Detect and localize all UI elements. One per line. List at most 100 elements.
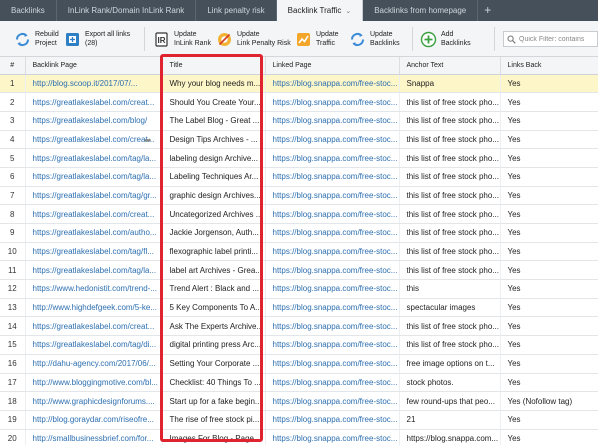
refresh-icon <box>15 32 30 46</box>
column-header-links-back[interactable]: Links Back <box>500 57 598 75</box>
row-number: 20 <box>0 429 26 445</box>
table-row[interactable]: 17 http://www.bloggingmotive.com/bl... Che… <box>0 373 598 393</box>
update-inlink-rank-button[interactable]: IR Update InLink Rank <box>153 25 211 53</box>
linked-page-cell: https://blog.snappa.com/free-stoc... <box>265 186 400 206</box>
quick-filter-placeholder: Quick Filter: contains <box>519 35 585 43</box>
linked-page-cell: https://blog.snappa.com/free-stoc... <box>265 410 400 430</box>
tab-link-penalty-risk[interactable]: Link penalty risk <box>196 0 277 21</box>
links-back-cell: Yes <box>500 242 598 262</box>
row-number: 8 <box>0 204 26 224</box>
links-back-cell: Yes <box>500 298 598 318</box>
links-back-cell: Yes <box>500 354 598 374</box>
quick-filter-input[interactable]: Quick Filter: contains <box>503 31 598 47</box>
links-back-cell: Yes <box>500 335 598 355</box>
tab-backlinks[interactable]: Backlinks <box>0 0 57 21</box>
chevron-down-icon[interactable]: ⌄ <box>345 8 351 15</box>
linked-page-cell: https://blog.snappa.com/free-stoc... <box>265 335 400 355</box>
backlink-page-cell: https://greatlakeslabel.com/tag/gr... <box>25 186 163 206</box>
backlink-page-cell: http://www.highdefgeek.com/5-ke... <box>25 298 163 318</box>
backlink-page-cell: http://smallbusinessbrief.com/for... <box>25 429 163 445</box>
table-row[interactable]: 9 https://greatlakeslabel.com/autho... Jac… <box>0 223 598 243</box>
table-row[interactable]: 8 https://greatlakeslabel.com/creat... Unc… <box>0 204 598 224</box>
table-row[interactable]: 14 https://greatlakeslabel.com/creat... As… <box>0 316 598 337</box>
backlinks-table-container: # Backlink Page Title Linked Page Anchor… <box>0 57 598 445</box>
links-back-cell: Yes <box>500 410 598 430</box>
table-row[interactable]: 10 https://greatlakeslabel.com/tag/fl... f… <box>0 242 598 262</box>
rebuild-project-button[interactable]: Rebuild Project <box>14 25 59 53</box>
update-link-penalty-risk-button[interactable]: Update Link Penalty Risk <box>216 25 291 53</box>
links-back-cell: Yes (Nofollow tag) <box>500 391 598 411</box>
table-row[interactable]: 16 http://dahu-agency.com/2017/06/... Sett… <box>0 354 598 374</box>
title-cell: The Label Blog - Great ... <box>162 111 266 131</box>
backlink-page-cell: http://www.bloggingmotive.com/bl... <box>25 373 163 393</box>
linked-page-cell: https://blog.snappa.com/free-stoc... <box>265 354 400 374</box>
row-number: 10 <box>0 242 26 262</box>
column-header-backlink-page[interactable]: Backlink Page <box>25 57 163 75</box>
table-row[interactable]: 5 https://greatlakeslabel.com/tag/la... la… <box>0 148 598 168</box>
table-row[interactable]: 7 https://greatlakeslabel.com/tag/gr... gr… <box>0 186 598 206</box>
export-all-links-button[interactable]: Export all links (28) <box>64 25 130 53</box>
row-number: 9 <box>0 223 26 243</box>
tab-inlink-rank[interactable]: InLink Rank/Domain InLink Rank <box>57 0 197 21</box>
anchor-text-cell: spectacular images <box>399 298 501 318</box>
title-cell: flexographic label printi... <box>162 242 266 262</box>
table-row[interactable]: 3 https://greatlakeslabel.com/blog/The La… <box>0 111 598 131</box>
update-traffic-button[interactable]: Update Traffic <box>295 25 339 53</box>
table-row[interactable]: 6 https://greatlakeslabel.com/tag/la... La… <box>0 167 598 187</box>
add-backlinks-label: Add Backlinks <box>441 31 471 47</box>
table-row[interactable]: 18 http://www.graphicdesignforums.... Star… <box>0 391 598 411</box>
links-back-cell: Yes <box>500 148 598 168</box>
table-row[interactable]: 4 https://greatlakeslabel.com/creat... Des… <box>0 130 598 150</box>
row-number: 18 <box>0 391 26 411</box>
column-header-linked-page[interactable]: Linked Page <box>265 57 400 75</box>
update-backlinks-button[interactable]: Update Backlinks <box>349 25 400 53</box>
title-cell: Images For Blog - Page... <box>162 429 266 445</box>
table-row[interactable]: 11 https://greatlakeslabel.com/tag/la... l… <box>0 260 598 281</box>
table-row[interactable]: 2 https://greatlakeslabel.com/creat... Sho… <box>0 92 598 112</box>
links-back-cell: Yes <box>500 260 598 281</box>
backlink-page-cell: http://www.graphicdesignforums.... <box>25 391 163 411</box>
title-cell: Uncategorized Archives ... <box>162 204 266 224</box>
row-number: 19 <box>0 410 26 430</box>
linked-page-cell: https://blog.snappa.com/free-stoc... <box>265 316 400 337</box>
table-row[interactable]: 19 http://blog.goraydar.com/riseofre... Th… <box>0 410 598 430</box>
backlinks-table: # Backlink Page Title Linked Page Anchor… <box>0 57 598 445</box>
toolbar-divider <box>494 27 495 51</box>
table-row[interactable]: 12 https://www.hedonistit.com/trend-... Tr… <box>0 279 598 299</box>
add-backlinks-button[interactable]: Add Backlinks <box>420 25 471 53</box>
table-row[interactable]: 13 http://www.highdefgeek.com/5-ke... 5 Ke… <box>0 298 598 318</box>
anchor-text-cell: this list of free stock pho... <box>399 130 501 150</box>
add-tab-icon[interactable]: + <box>478 0 497 21</box>
anchor-text-cell: this list of free stock pho... <box>399 316 501 337</box>
column-header-title[interactable]: Title <box>162 57 266 75</box>
linked-page-cell: https://blog.snappa.com/free-stoc... <box>265 391 400 411</box>
backlink-page-cell: https://greatlakeslabel.com/blog/ <box>25 111 163 131</box>
links-back-cell: Yes <box>500 111 598 131</box>
row-number: 15 <box>0 335 26 355</box>
row-number: 5 <box>0 148 26 168</box>
row-number: 2 <box>0 92 26 112</box>
links-back-cell: Yes <box>500 186 598 206</box>
linked-page-cell: https://blog.snappa.com/free-stoc... <box>265 167 400 187</box>
table-row[interactable]: 15 https://greatlakeslabel.com/tag/di... d… <box>0 335 598 355</box>
backlink-page-cell: http://dahu-agency.com/2017/06/... <box>25 354 163 374</box>
linked-page-cell: https://blog.snappa.com/free-stoc... <box>265 111 400 131</box>
table-row[interactable]: 20 http://smallbusinessbrief.com/for... Im… <box>0 429 598 445</box>
linked-page-cell: https://blog.snappa.com/free-stoc... <box>265 298 400 318</box>
add-icon <box>420 31 437 47</box>
tab-backlink-traffic[interactable]: Backlink Traffic ⌄ <box>276 0 364 21</box>
anchor-text-cell: this list of free stock pho... <box>399 242 501 262</box>
title-cell: Setting Your Corporate ... <box>162 354 266 374</box>
row-number: 11 <box>0 260 26 281</box>
tab-backlinks-from-homepage[interactable]: Backlinks from homepage <box>363 0 479 21</box>
row-number: 1 <box>0 74 26 94</box>
toolbar: Rebuild Project Export all links (28) IR… <box>0 21 598 57</box>
tab-bar: Backlinks InLink Rank/Domain InLink Rank… <box>0 0 598 21</box>
open-link-arrow-icon[interactable]: ➦ <box>144 135 152 146</box>
linked-page-cell: https://blog.snappa.com/free-stoc... <box>265 74 400 94</box>
anchor-text-cell: this list of free stock pho... <box>399 223 501 243</box>
linked-page-cell: https://blog.snappa.com/free-stoc... <box>265 148 400 168</box>
column-header-number[interactable]: # <box>0 57 26 75</box>
table-row[interactable]: 1 http://blog.scoop.it/2017/07/... Why you… <box>0 74 598 94</box>
column-header-anchor-text[interactable]: Anchor Text <box>399 57 501 75</box>
